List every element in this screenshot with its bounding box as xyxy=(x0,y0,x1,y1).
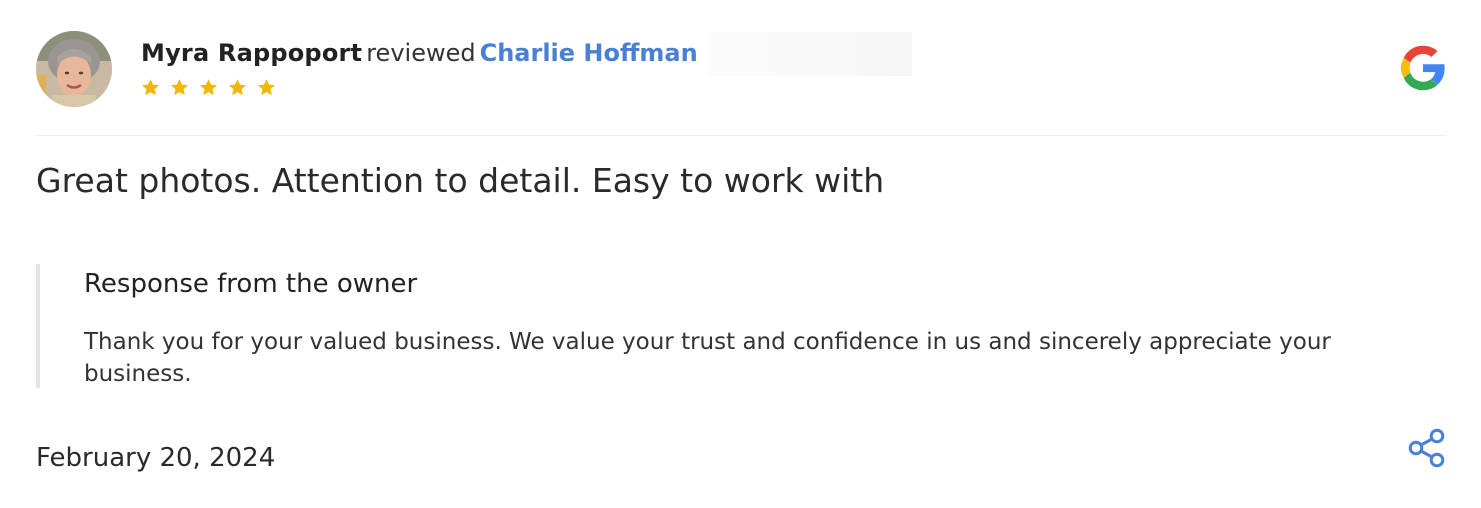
review-date: February 20, 2024 xyxy=(36,443,276,473)
owner-response-body: Thank you for your valued business. We v… xyxy=(84,329,1331,387)
reviewer-avatar[interactable] xyxy=(36,31,112,107)
star-icon xyxy=(200,79,217,96)
review-text: Great photos. Attention to detail. Easy … xyxy=(36,161,885,200)
owner-response-title: Response from the owner xyxy=(84,269,418,299)
avatar-image xyxy=(36,31,112,107)
review-header: Myra Rappoport reviewed Charlie Hoffman xyxy=(141,36,698,70)
star-icon xyxy=(229,79,246,96)
star-icon xyxy=(142,79,159,96)
share-icon[interactable] xyxy=(1406,427,1448,469)
owner-response: Response from the owner Thank you for yo… xyxy=(36,264,1420,388)
business-name-link[interactable]: Charlie Hoffman xyxy=(480,39,698,67)
header-fade-overlay xyxy=(707,32,912,76)
review-card: Myra Rappoport reviewed Charlie Hoffman Gr… xyxy=(0,0,1481,508)
star-icon xyxy=(258,79,275,96)
reviewed-label: reviewed xyxy=(366,39,476,67)
google-icon[interactable] xyxy=(1397,42,1449,94)
header-divider xyxy=(36,135,1447,136)
star-icon xyxy=(171,79,188,96)
star-rating xyxy=(140,77,277,98)
reviewer-name[interactable]: Myra Rappoport xyxy=(141,39,362,67)
